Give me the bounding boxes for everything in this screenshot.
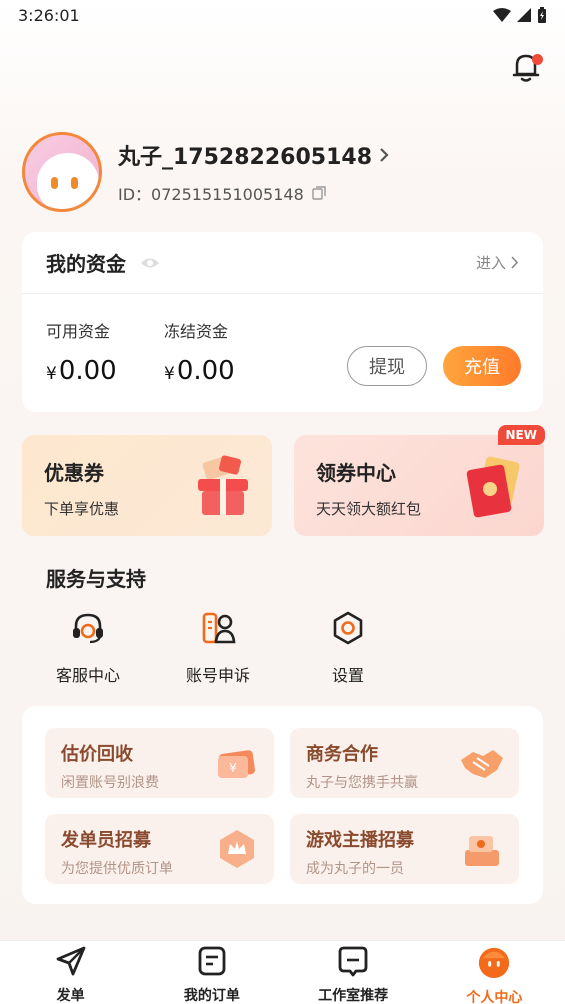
notification-button[interactable]: [509, 50, 543, 84]
user-id: 072515151005148: [151, 185, 304, 204]
red-envelope-icon: [466, 456, 520, 518]
funds-card: 我的资金 进入 可用资金 ¥0.00 冻结资金 ¥0.00 提现 充值: [22, 232, 543, 412]
frozen-funds-value: 0.00: [176, 356, 235, 386]
crown-badge-icon: [220, 830, 254, 868]
profile-header[interactable]: 丸子_1752822605148 ID：072515151005148: [22, 132, 390, 212]
wifi-icon: [493, 8, 511, 22]
battery-icon: [538, 7, 546, 23]
gear-icon: [333, 611, 363, 645]
recruitment-card: 估价回收 闲置账号别浪费 ¥ 商务合作 丸子与您携手共赢 发单员招募 为您提供优…: [22, 706, 543, 904]
available-funds-value: 0.00: [58, 356, 117, 386]
status-time: 3:26:01: [18, 5, 80, 25]
handshake-icon: [461, 750, 503, 778]
tile-business-cooperation[interactable]: 商务合作 丸子与您携手共赢: [290, 728, 519, 798]
coupon-ticket-icon: ¥: [218, 750, 255, 778]
tab-my-orders[interactable]: 我的订单: [141, 941, 282, 1004]
headset-icon: [73, 613, 103, 644]
gamepad-stage-icon: [465, 836, 499, 866]
avatar[interactable]: [22, 132, 102, 212]
withdraw-button[interactable]: 提现: [347, 346, 427, 386]
notification-dot: [532, 54, 543, 65]
status-bar: 3:26:01: [0, 0, 565, 30]
signal-icon: [517, 8, 531, 22]
funds-title: 我的资金: [46, 252, 126, 276]
services-title: 服务与支持: [46, 567, 146, 591]
chevron-right-icon: [511, 256, 519, 269]
new-badge: NEW: [497, 425, 545, 445]
frozen-funds: 冻结资金 ¥0.00: [164, 322, 235, 386]
chevron-right-icon: [380, 148, 389, 162]
eye-icon[interactable]: [140, 256, 160, 270]
tile-valuation-recycle[interactable]: 估价回收 闲置账号别浪费 ¥: [45, 728, 274, 798]
tile-order-recruitment[interactable]: 发单员招募 为您提供优质订单: [45, 814, 274, 884]
account-appeal-icon: [202, 612, 236, 644]
coupon-center-card[interactable]: 领券中心 天天领大额红包 NEW: [294, 425, 545, 536]
tile-streamer-recruitment[interactable]: 游戏主播招募 成为丸子的一员: [290, 814, 519, 884]
svg-text:¥: ¥: [229, 761, 237, 775]
tab-profile-center[interactable]: 个人中心: [424, 941, 565, 1004]
service-customer-center[interactable]: 客服中心: [38, 610, 138, 686]
orders-icon: [198, 946, 226, 976]
available-funds: 可用资金 ¥0.00: [46, 322, 117, 386]
tab-studio-recommend[interactable]: 工作室推荐: [283, 941, 424, 1004]
studio-icon: [338, 946, 368, 977]
user-id-label: ID：: [118, 185, 152, 204]
gift-box-icon: [198, 455, 248, 515]
send-icon: [56, 946, 86, 976]
funds-enter-link[interactable]: 进入: [476, 252, 519, 273]
recharge-button[interactable]: 充值: [443, 346, 521, 386]
coupon-card[interactable]: 优惠券 下单享优惠: [22, 435, 272, 536]
service-settings[interactable]: 设置: [298, 610, 398, 686]
username: 丸子_1752822605148: [118, 145, 372, 170]
profile-mascot-icon: [479, 947, 510, 979]
bottom-tab-bar: 发单 我的订单 工作室推荐 个人中心: [0, 940, 565, 1004]
copy-icon[interactable]: [312, 186, 326, 200]
service-account-appeal[interactable]: 账号申诉: [168, 610, 268, 686]
tab-send-order[interactable]: 发单: [0, 941, 141, 1004]
